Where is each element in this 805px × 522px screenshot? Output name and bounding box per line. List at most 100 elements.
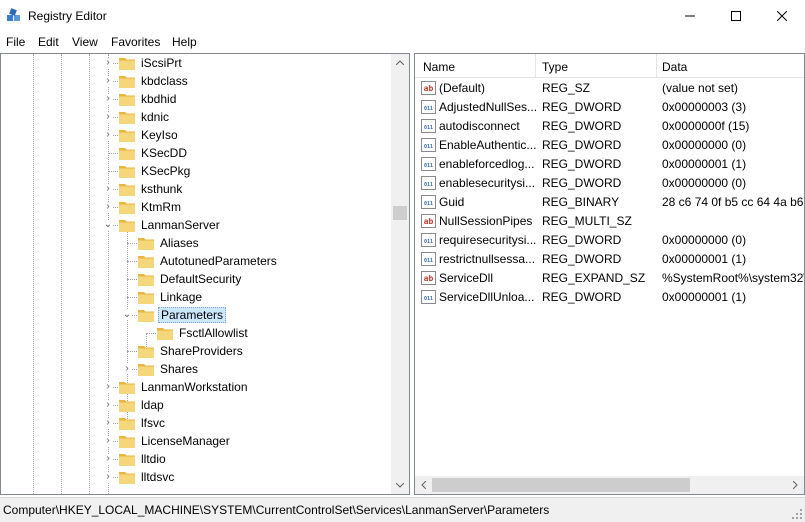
tree-node[interactable]: KSecDD bbox=[119, 144, 189, 162]
tree-node[interactable]: LanmanServer bbox=[119, 216, 222, 234]
scroll-up-button[interactable] bbox=[391, 54, 409, 71]
close-button[interactable] bbox=[759, 0, 805, 32]
value-type-cell: REG_BINARY bbox=[542, 195, 620, 209]
tree-vertical-scrollbar[interactable] bbox=[391, 54, 409, 494]
expand-chevron-icon[interactable]: › bbox=[103, 436, 113, 446]
tree-node[interactable]: iScsiPrt bbox=[119, 54, 184, 72]
tree-node[interactable]: lltdio bbox=[119, 450, 168, 468]
tree-node[interactable]: lltdsvc bbox=[119, 468, 176, 486]
tree-node[interactable]: KeyIso bbox=[119, 126, 180, 144]
value-row[interactable]: 011 AdjustedNullSes... REG_DWORD 0x00000003… bbox=[415, 98, 804, 117]
value-name-cell: autodisconnect bbox=[439, 119, 520, 133]
tree-node[interactable]: KtmRm bbox=[119, 198, 183, 216]
column-header-data[interactable]: Data bbox=[662, 60, 687, 74]
collapse-chevron-icon[interactable]: ⌄ bbox=[122, 310, 132, 320]
tree-node[interactable]: LicenseManager bbox=[119, 432, 232, 450]
value-row[interactable]: ab ServiceDll REG_EXPAND_SZ %SystemRoot%\sy… bbox=[415, 269, 805, 288]
tree-node[interactable]: Shares bbox=[138, 360, 200, 378]
minimize-icon bbox=[685, 15, 695, 17]
expand-chevron-icon[interactable]: › bbox=[122, 364, 132, 374]
binary-value-icon: 011 bbox=[421, 195, 436, 209]
tree-node[interactable]: Parameters bbox=[138, 306, 227, 324]
tree-node[interactable]: ksthunk bbox=[119, 180, 184, 198]
folder-icon bbox=[119, 75, 135, 88]
resize-grip-icon[interactable] bbox=[791, 508, 803, 520]
tree-guide-line bbox=[61, 54, 62, 494]
value-row[interactable]: 011 requiresecuritysi... REG_DWORD 0x000000… bbox=[415, 231, 804, 250]
binary-value-icon: 011 bbox=[421, 290, 436, 304]
menu-view[interactable]: View bbox=[72, 35, 98, 49]
value-row[interactable]: 011 autodisconnect REG_DWORD 0x0000000f (15… bbox=[415, 117, 804, 136]
expand-chevron-icon[interactable]: › bbox=[103, 94, 113, 104]
tree-node[interactable]: FsctlAllowlist bbox=[157, 324, 250, 342]
status-bar: Computer\HKEY_LOCAL_MACHINE\SYSTEM\Curre… bbox=[0, 497, 805, 522]
expand-chevron-icon[interactable]: › bbox=[103, 76, 113, 86]
column-header-type[interactable]: Type bbox=[542, 60, 568, 74]
svg-text:011: 011 bbox=[424, 106, 433, 112]
tree-node[interactable]: Aliases bbox=[138, 234, 201, 252]
value-row[interactable]: 011 ServiceDllUnloa... REG_DWORD 0x00000001… bbox=[415, 288, 804, 307]
scroll-left-button[interactable] bbox=[415, 476, 432, 494]
expand-chevron-icon[interactable]: › bbox=[103, 184, 113, 194]
key-tree-pane[interactable]: iScsiPrt › kbdclass › kbdhid › kdnic › KeyIso › KS… bbox=[0, 53, 410, 495]
value-data-cell: 0x00000003 (3) bbox=[662, 100, 747, 114]
menu-help[interactable]: Help bbox=[172, 35, 197, 49]
tree-node[interactable]: DefaultSecurity bbox=[138, 270, 243, 288]
column-divider[interactable] bbox=[656, 54, 657, 78]
tree-node-label: kbdhid bbox=[141, 92, 177, 106]
svg-text:ab: ab bbox=[424, 274, 434, 283]
tree-node[interactable]: LanmanWorkstation bbox=[119, 378, 250, 396]
list-scroll-thumb[interactable] bbox=[432, 478, 690, 492]
tree-node-label: DefaultSecurity bbox=[160, 272, 242, 286]
list-horizontal-scrollbar[interactable] bbox=[415, 476, 804, 494]
binary-value-icon: 011 bbox=[421, 138, 436, 152]
tree-node-label: KSecPkg bbox=[141, 164, 191, 178]
menu-file[interactable]: File bbox=[6, 35, 25, 49]
collapse-chevron-icon[interactable]: ⌄ bbox=[103, 220, 113, 230]
value-row[interactable]: ab NullSessionPipes REG_MULTI_SZ bbox=[415, 212, 804, 231]
tree-node-label: KeyIso bbox=[141, 128, 178, 142]
value-row[interactable]: 011 EnableAuthentic... REG_DWORD 0x00000000… bbox=[415, 136, 804, 155]
tree-node[interactable]: kbdhid bbox=[119, 90, 178, 108]
scroll-right-button[interactable] bbox=[787, 476, 804, 494]
tree-node[interactable]: kbdclass bbox=[119, 72, 190, 90]
expand-chevron-icon[interactable]: › bbox=[103, 400, 113, 410]
column-divider[interactable] bbox=[535, 54, 536, 78]
scroll-down-button[interactable] bbox=[391, 477, 409, 494]
expand-chevron-icon[interactable]: › bbox=[103, 472, 113, 482]
value-row[interactable]: 011 restrictnullsessa... REG_DWORD 0x000000… bbox=[415, 250, 804, 269]
column-header-name[interactable]: Name bbox=[423, 60, 455, 74]
expand-chevron-icon[interactable]: › bbox=[103, 112, 113, 122]
tree-node[interactable]: ShareProviders bbox=[138, 342, 245, 360]
value-row[interactable]: 011 enablesecuritysi... REG_DWORD 0x0000000… bbox=[415, 174, 804, 193]
value-type-cell: REG_DWORD bbox=[542, 100, 622, 114]
svg-text:ab: ab bbox=[424, 84, 434, 93]
chevron-up-icon bbox=[396, 60, 404, 65]
menu-favorites[interactable]: Favorites bbox=[111, 35, 160, 49]
tree-node[interactable]: AutotunedParameters bbox=[138, 252, 279, 270]
value-data-cell: 0x00000000 (0) bbox=[662, 233, 747, 247]
maximize-button[interactable] bbox=[713, 0, 759, 32]
tree-connector bbox=[146, 333, 156, 334]
minimize-button[interactable] bbox=[667, 0, 713, 32]
tree-node[interactable]: kdnic bbox=[119, 108, 171, 126]
tree-node[interactable]: lfsvc bbox=[119, 414, 167, 432]
expand-chevron-icon[interactable]: › bbox=[103, 58, 113, 68]
tree-node[interactable]: ldap bbox=[119, 396, 166, 414]
value-data-cell: 0x00000001 (1) bbox=[662, 290, 747, 304]
expand-chevron-icon[interactable]: › bbox=[103, 382, 113, 392]
tree-scroll-thumb[interactable] bbox=[393, 206, 407, 220]
value-data-cell: %SystemRoot%\system32\ bbox=[662, 271, 805, 285]
expand-chevron-icon[interactable]: › bbox=[103, 202, 113, 212]
value-row[interactable]: ab (Default) REG_SZ (value not set) bbox=[415, 79, 804, 98]
value-row[interactable]: 011 Guid REG_BINARY 28 c6 74 0f b5 cc 64 4a… bbox=[415, 193, 804, 212]
expand-chevron-icon[interactable]: › bbox=[103, 418, 113, 428]
value-list-pane[interactable]: Name Type Data ab (Default) REG_SZ (value n… bbox=[414, 53, 805, 495]
tree-node[interactable]: Linkage bbox=[138, 288, 204, 306]
menu-edit[interactable]: Edit bbox=[38, 35, 59, 49]
tree-node[interactable]: KSecPkg bbox=[119, 162, 192, 180]
folder-icon bbox=[157, 327, 173, 340]
expand-chevron-icon[interactable]: › bbox=[103, 130, 113, 140]
expand-chevron-icon[interactable]: › bbox=[103, 454, 113, 464]
value-row[interactable]: 011 enableforcedlog... REG_DWORD 0x00000001… bbox=[415, 155, 804, 174]
